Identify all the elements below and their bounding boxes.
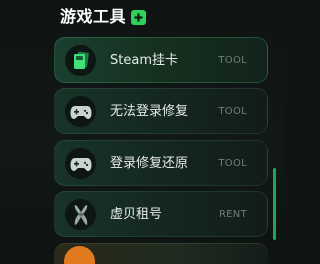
plus-icon[interactable]: [131, 9, 147, 25]
game-tools-panel: 游戏工具 Steam挂卡 TOOL 无法登录修复 TOOL 登录修复还原 TOO…: [0, 0, 283, 264]
tool-item-label: Steam挂卡: [110, 53, 178, 68]
tool-item-label: 登录修复还原: [110, 156, 189, 171]
tool-item-tag: RENT: [218, 209, 247, 220]
tool-item-rent-account[interactable]: 虚贝租号 RENT: [54, 191, 268, 237]
tool-item-tag: TOOL: [218, 158, 247, 169]
steam-card-icon: [65, 45, 96, 76]
gamepad-icon: [65, 148, 96, 179]
tool-item-login-restore[interactable]: 登录修复还原 TOOL: [54, 140, 268, 186]
tool-item-tag: TOOL: [218, 106, 247, 117]
tool-item-login-fix[interactable]: 无法登录修复 TOOL: [54, 88, 268, 134]
tool-item-label: 无法登录修复: [110, 104, 189, 119]
section-header: 游戏工具: [60, 6, 147, 28]
gamepad-icon: [65, 96, 96, 127]
scrollbar-thumb[interactable]: [273, 168, 276, 240]
tool-item-steam-card[interactable]: Steam挂卡 TOOL: [54, 37, 268, 83]
tool-item-tag: TOOL: [218, 55, 247, 66]
tool-item-label: 虚贝租号: [110, 207, 163, 222]
orange-app-icon: [64, 246, 95, 264]
rent-logo-icon: [65, 199, 96, 230]
section-title: 游戏工具: [60, 7, 127, 26]
